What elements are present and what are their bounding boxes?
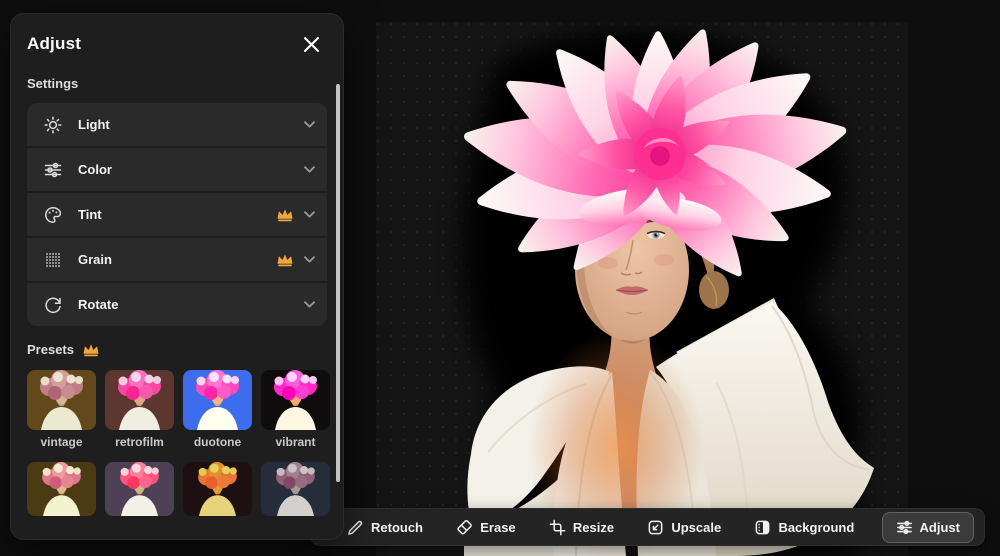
toolbar-item-upscale[interactable]: Upscale xyxy=(641,515,727,540)
setting-row-color[interactable]: Color xyxy=(27,148,327,193)
preset-vintage[interactable] xyxy=(27,370,96,430)
grain-icon xyxy=(44,251,62,269)
sliders-icon xyxy=(44,161,62,179)
panel-title: Adjust xyxy=(27,34,81,54)
settings-list: Light Color Tint xyxy=(27,103,327,326)
chevron-down-icon xyxy=(304,121,315,128)
crown-icon xyxy=(276,207,294,222)
settings-heading: Settings xyxy=(27,76,327,91)
toolbar-item-erase[interactable]: Erase xyxy=(450,515,521,540)
adjust-sliders-icon xyxy=(896,519,913,536)
preset-duotone[interactable] xyxy=(183,370,252,430)
setting-row-tint[interactable]: Tint xyxy=(27,193,327,238)
chevron-down-icon xyxy=(304,301,315,308)
toolbar-label: Retouch xyxy=(371,520,423,535)
pen-icon xyxy=(347,519,364,536)
setting-label: Grain xyxy=(78,252,276,267)
preset-thumb[interactable] xyxy=(105,462,174,516)
preset-label: vintage xyxy=(40,435,82,449)
toolbar-label: Upscale xyxy=(671,520,721,535)
crown-icon xyxy=(276,252,294,267)
toolbar-item-resize[interactable]: Resize xyxy=(543,515,620,540)
panel-scrollbar[interactable] xyxy=(336,84,340,482)
preset-retrofilm[interactable] xyxy=(105,370,174,430)
toolbar-label: Background xyxy=(778,520,854,535)
image-canvas xyxy=(376,22,908,556)
preset-label: vibrant xyxy=(275,435,315,449)
preset-label: retrofilm xyxy=(115,435,164,449)
preset-thumb[interactable] xyxy=(27,462,96,516)
rotate-icon xyxy=(44,296,62,314)
preset-vibrant[interactable] xyxy=(261,370,330,430)
setting-label: Color xyxy=(78,162,304,177)
presets-grid-row1: vintage retrofilm duotone vibrant xyxy=(27,370,327,449)
preset-label: duotone xyxy=(194,435,241,449)
chevron-down-icon xyxy=(304,256,315,263)
preset-thumb[interactable] xyxy=(261,462,330,516)
toolbar-item-adjust[interactable]: Adjust xyxy=(882,512,974,543)
chevron-down-icon xyxy=(304,211,315,218)
canvas-artwork xyxy=(376,22,908,556)
toolbar-label: Erase xyxy=(480,520,515,535)
adjust-panel: Adjust Settings Light Color xyxy=(10,13,344,540)
background-icon xyxy=(754,519,771,536)
setting-row-light[interactable]: Light xyxy=(27,103,327,148)
upscale-icon xyxy=(647,519,664,536)
toolbar-item-retouch[interactable]: Retouch xyxy=(341,515,429,540)
setting-row-grain[interactable]: Grain xyxy=(27,238,327,283)
setting-label: Tint xyxy=(78,207,276,222)
crop-icon xyxy=(549,519,566,536)
palette-icon xyxy=(44,206,62,224)
crown-icon xyxy=(82,342,100,357)
toolbar-label: Resize xyxy=(573,520,614,535)
toolbar-item-background[interactable]: Background xyxy=(748,515,860,540)
preset-thumb[interactable] xyxy=(183,462,252,516)
bottom-toolbar: Retouch Erase Resize Upscale Background … xyxy=(310,508,985,546)
eraser-icon xyxy=(456,519,473,536)
sun-icon xyxy=(44,116,62,134)
setting-row-rotate[interactable]: Rotate xyxy=(27,283,327,326)
presets-grid-row2 xyxy=(27,462,327,516)
presets-heading: Presets xyxy=(27,342,74,357)
setting-label: Light xyxy=(78,117,304,132)
toolbar-label: Adjust xyxy=(920,520,960,535)
chevron-down-icon xyxy=(304,166,315,173)
close-icon[interactable] xyxy=(301,34,321,54)
setting-label: Rotate xyxy=(78,297,304,312)
